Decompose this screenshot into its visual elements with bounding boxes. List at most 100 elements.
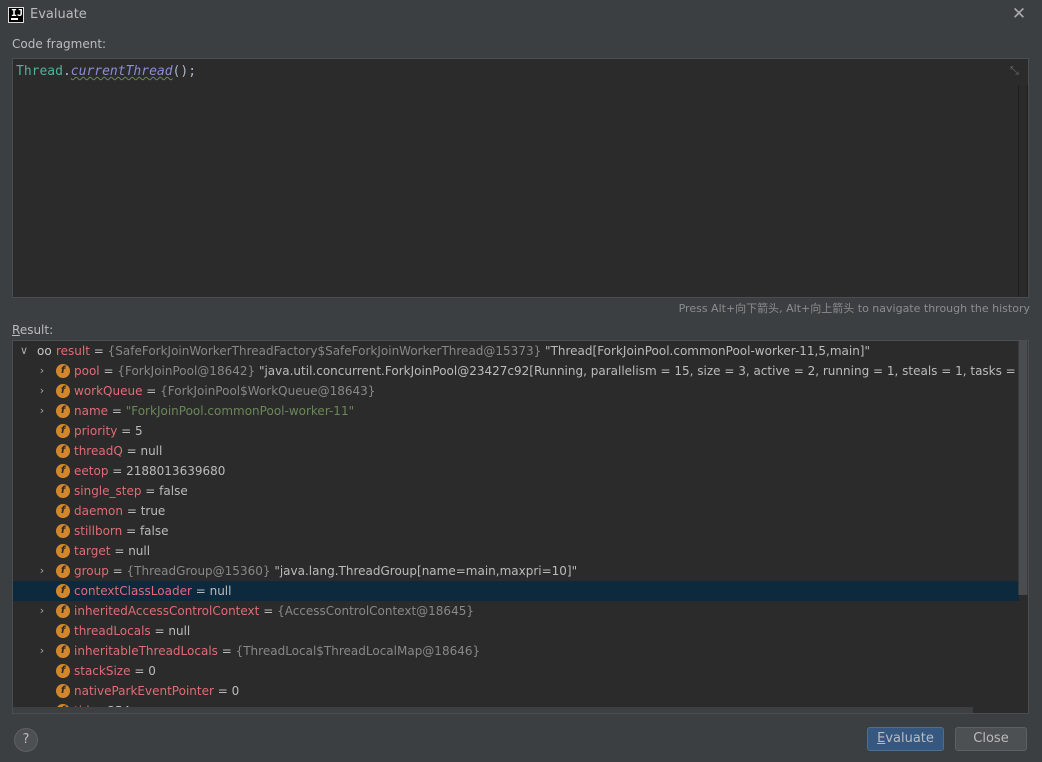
evaluate-button[interactable]: Evaluate xyxy=(867,727,944,751)
tree-row[interactable]: › f name = "ForkJoinPool.commonPool-worker… xyxy=(13,401,1019,421)
field-value: "java.lang.ThreadGroup[name=main,maxpri=… xyxy=(274,564,578,578)
chevron-right-icon[interactable]: › xyxy=(37,561,47,581)
tree-row[interactable]: f target = null xyxy=(13,541,1019,561)
tree-row[interactable]: f eetop = 2188013639680 xyxy=(13,461,1019,481)
field-icon: f xyxy=(56,584,70,598)
field-name: threadLocals xyxy=(74,624,151,638)
chevron-right-icon[interactable]: › xyxy=(37,381,47,401)
chevron-right-icon[interactable]: › xyxy=(37,361,47,381)
watch-glasses-icon: oo xyxy=(37,344,52,358)
code-tail: (); xyxy=(172,64,197,79)
field-ref: {ForkJoinPool@18642} xyxy=(117,364,256,378)
tree-row[interactable]: f threadLocals = null xyxy=(13,621,1019,641)
intellij-icon: IJ xyxy=(8,7,24,23)
field-icon: f xyxy=(56,604,70,618)
tree-row[interactable]: › f inheritableThreadLocals = {ThreadLocal… xyxy=(13,641,1019,661)
field-icon: f xyxy=(56,424,70,438)
field-icon: f xyxy=(56,504,70,518)
field-value: true xyxy=(140,504,166,518)
field-name: priority xyxy=(74,424,118,438)
tree-row[interactable]: f nativeParkEventPointer = 0 xyxy=(13,681,1019,701)
field-name: name xyxy=(74,404,109,418)
field-icon: f xyxy=(56,664,70,678)
editor-scrollbar-thumb[interactable] xyxy=(1019,85,1027,297)
result-label: Result: xyxy=(12,323,54,337)
field-icon: f xyxy=(56,544,70,558)
result-scrollbar-thumb[interactable] xyxy=(1019,341,1027,595)
chevron-right-icon[interactable]: › xyxy=(37,641,47,661)
field-icon: f xyxy=(56,384,70,398)
field-icon: f xyxy=(56,624,70,638)
close-button[interactable]: Close xyxy=(955,727,1027,751)
field-name: inheritableThreadLocals xyxy=(74,644,218,658)
field-value: null xyxy=(140,444,163,458)
tree-row[interactable]: f priority = 5 xyxy=(13,421,1019,441)
tree-row[interactable]: f threadQ = null xyxy=(13,441,1019,461)
field-name: nativeParkEventPointer xyxy=(74,684,214,698)
code-line[interactable]: Thread.currentThread(); xyxy=(16,64,196,79)
code-editor[interactable]: Thread.currentThread(); ⤡ xyxy=(12,58,1029,298)
help-button[interactable]: ? xyxy=(14,728,38,752)
collapse-icon[interactable]: ⤡ xyxy=(1010,65,1022,77)
field-name: eetop xyxy=(74,464,109,478)
field-eq: = xyxy=(122,444,141,458)
editor-scrollbar[interactable] xyxy=(1018,85,1028,297)
result-horizontal-scrollbar[interactable] xyxy=(13,707,973,713)
tree-row[interactable]: f contextClassLoader = null xyxy=(13,581,1019,601)
field-icon: f xyxy=(56,684,70,698)
root-name: result xyxy=(56,344,90,358)
field-value: 5 xyxy=(135,424,143,438)
code-method: currentThread xyxy=(70,64,173,79)
field-eq: = xyxy=(217,644,236,658)
field-eq: = xyxy=(213,684,232,698)
field-eq: = xyxy=(108,564,127,578)
tree-row[interactable]: f single_step = false xyxy=(13,481,1019,501)
chevron-right-icon[interactable]: › xyxy=(37,401,47,421)
tree-root-row[interactable]: ∨ oo result = {SafeForkJoinWorkerThreadF… xyxy=(13,341,1019,361)
tree-row[interactable]: › f group = {ThreadGroup@15360} "java.lang… xyxy=(13,561,1019,581)
tree-row[interactable]: f stackSize = 0 xyxy=(13,661,1019,681)
field-value: 0 xyxy=(231,684,240,698)
field-eq: = xyxy=(141,484,160,498)
field-value: null xyxy=(168,624,191,638)
field-eq: = xyxy=(122,524,140,538)
field-icon: f xyxy=(56,484,70,498)
field-eq: = xyxy=(108,404,126,418)
window-title: Evaluate xyxy=(30,7,87,22)
field-value: "ForkJoinPool.commonPool-worker-11" xyxy=(125,404,355,418)
root-ref: {SafeForkJoinWorkerThreadFactory$SafeFor… xyxy=(107,344,542,358)
field-name: pool xyxy=(74,364,100,378)
field-eq: = xyxy=(191,584,210,598)
field-value: null xyxy=(209,584,232,598)
field-value: 0 xyxy=(148,664,156,678)
field-value: "java.util.concurrent.ForkJoinPool@23427… xyxy=(258,364,1019,378)
field-name: group xyxy=(74,564,109,578)
field-name: target xyxy=(74,544,111,558)
field-value: false xyxy=(159,484,188,498)
field-icon: f xyxy=(56,364,70,378)
field-eq: = xyxy=(130,664,149,678)
field-ref: {AccessControlContext@18645} xyxy=(277,604,474,618)
field-name: single_step xyxy=(74,484,142,498)
result-tree[interactable]: ∨ oo result = {SafeForkJoinWorkerThreadF… xyxy=(12,340,1029,714)
title-bar: IJ Evaluate ✕ xyxy=(0,0,1042,30)
tree-row[interactable]: › f workQueue = {ForkJoinPool$WorkQueue@18… xyxy=(13,381,1019,401)
field-ref: {ThreadGroup@15360} xyxy=(126,564,271,578)
code-dot: . xyxy=(62,64,71,79)
tree-row[interactable]: f stillborn = false xyxy=(13,521,1019,541)
field-name: inheritedAccessControlContext xyxy=(74,604,260,618)
tree-row[interactable]: › f inheritedAccessControlContext = {Acces… xyxy=(13,601,1019,621)
field-value: 2188013639680 xyxy=(126,464,226,478)
field-icon: f xyxy=(56,464,70,478)
close-icon[interactable]: ✕ xyxy=(1010,5,1028,23)
chevron-down-icon[interactable]: ∨ xyxy=(19,341,29,361)
tree-row[interactable]: f daemon = true xyxy=(13,501,1019,521)
field-icon: f xyxy=(56,444,70,458)
result-scrollbar[interactable] xyxy=(1018,341,1028,595)
field-eq: = xyxy=(142,384,161,398)
tree-row[interactable]: › f pool = {ForkJoinPool@18642} "java.util… xyxy=(13,361,1019,381)
field-eq: = xyxy=(108,464,127,478)
field-icon: f xyxy=(56,404,70,418)
chevron-right-icon[interactable]: › xyxy=(37,601,47,621)
history-hint: Press Alt+向下箭头, Alt+向上箭头 to navigate thr… xyxy=(678,302,1030,315)
